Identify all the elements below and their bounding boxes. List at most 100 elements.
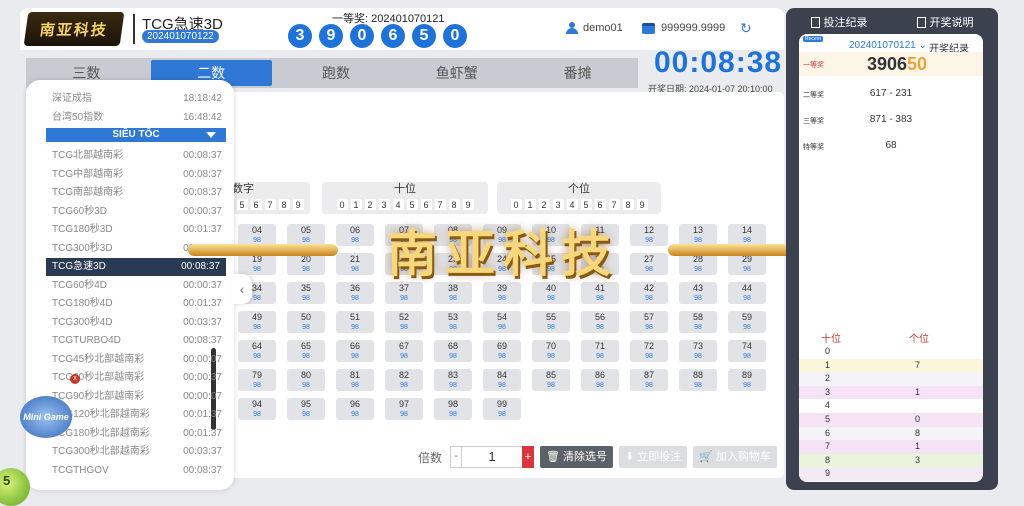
digit-button[interactable]: 5 — [236, 199, 248, 210]
tab-run-digit[interactable]: 跑数 — [276, 58, 397, 88]
number-cell[interactable]: 81 98 — [336, 369, 374, 391]
number-cell[interactable]: 73 98 — [679, 340, 717, 362]
digit-button[interactable]: 0 — [510, 199, 522, 210]
number-cell[interactable]: 74 98 — [728, 340, 766, 362]
brand-logo[interactable]: 南亚科技 — [23, 12, 125, 46]
decrease-button[interactable]: - — [450, 446, 463, 468]
game-list-item[interactable]: TCGTURBO4D 00:08:37 — [52, 332, 222, 350]
number-cell[interactable]: 82 98 — [385, 369, 423, 391]
game-list-item[interactable]: TCG300秒4D 00:03:37 — [52, 314, 222, 332]
digit-button[interactable]: 5 — [406, 199, 418, 210]
number-cell[interactable]: 83 98 — [434, 369, 472, 391]
user-info[interactable]: demo01 — [566, 22, 623, 34]
number-cell[interactable]: 72 98 — [630, 340, 668, 362]
number-cell[interactable]: 67 98 — [385, 340, 423, 362]
number-cell[interactable]: 86 98 — [581, 369, 619, 391]
digit-button[interactable]: 7 — [264, 199, 276, 210]
quantity-input[interactable]: 1 — [462, 446, 523, 468]
section-header-sieu-toc[interactable]: SIÊU TỐC — [46, 128, 226, 142]
game-list-item[interactable]: TCG中部越南彩 00:08:37 — [52, 166, 222, 184]
number-cell[interactable]: 44 98 — [728, 282, 766, 304]
digit-button[interactable]: 3 — [378, 199, 390, 210]
mini-game-mascot[interactable]: Mini Game — [20, 396, 72, 438]
number-cell[interactable]: 71 98 — [581, 340, 619, 362]
number-cell[interactable]: 42 98 — [630, 282, 668, 304]
number-cell[interactable]: 56 98 — [581, 311, 619, 333]
number-cell[interactable]: 36 98 — [336, 282, 374, 304]
digit-button[interactable]: 6 — [594, 199, 606, 210]
digit-button[interactable]: 8 — [622, 199, 634, 210]
number-cell[interactable]: 65 98 — [287, 340, 325, 362]
game-list-item[interactable]: TCG北部越南彩 00:08:37 — [52, 147, 222, 165]
digit-button[interactable]: 7 — [434, 199, 446, 210]
digit-button[interactable]: 2 — [364, 199, 376, 210]
game-list-item[interactable]: 台湾50指数 16:48:42 — [52, 109, 222, 127]
number-cell[interactable]: 50 98 — [287, 311, 325, 333]
game-list-item[interactable]: TCGTHGOV 00:08:37 — [52, 462, 222, 480]
number-cell[interactable]: 95 98 — [287, 398, 325, 420]
number-cell[interactable]: 55 98 — [532, 311, 570, 333]
number-cell[interactable]: 84 98 — [483, 369, 521, 391]
increase-button[interactable]: + — [522, 446, 535, 468]
digit-button[interactable]: 9 — [462, 199, 474, 210]
number-cell[interactable]: 35 98 — [287, 282, 325, 304]
digit-button[interactable]: 2 — [538, 199, 550, 210]
digit-button[interactable]: 1 — [350, 199, 362, 210]
issue-select[interactable]: 202401070121 ⌄ — [849, 40, 927, 51]
digit-button[interactable]: 8 — [278, 199, 290, 210]
tab-fantan[interactable]: 番摊 — [517, 58, 638, 88]
number-cell[interactable]: 58 98 — [679, 311, 717, 333]
add-to-cart-button[interactable]: 🛒 加入购物车 — [693, 446, 777, 468]
digit-button[interactable]: 4 — [392, 199, 404, 210]
number-cell[interactable]: 89 98 — [728, 369, 766, 391]
game-list-item[interactable]: 深证成指 18:18:42 — [52, 90, 222, 108]
number-cell[interactable]: 59 98 — [728, 311, 766, 333]
digit-button[interactable]: 8 — [448, 199, 460, 210]
digit-button[interactable]: 9 — [636, 199, 648, 210]
close-badge-icon[interactable]: x — [70, 374, 80, 384]
digit-button[interactable]: 3 — [552, 199, 564, 210]
number-cell[interactable]: 99 98 — [483, 398, 521, 420]
number-cell[interactable]: 52 98 — [385, 311, 423, 333]
game-list-item[interactable]: TCG45秒北部越南彩 00:00:07 — [52, 351, 222, 369]
digit-button[interactable]: 6 — [420, 199, 432, 210]
number-cell[interactable]: 97 98 — [385, 398, 423, 420]
number-cell[interactable]: 70 98 — [532, 340, 570, 362]
number-cell[interactable]: 69 98 — [483, 340, 521, 362]
number-cell[interactable]: 49 98 — [238, 311, 276, 333]
place-bet-button[interactable]: ⬇ 立即投注 — [618, 446, 688, 468]
number-cell[interactable]: 51 98 — [336, 311, 374, 333]
draw-rules-link[interactable]: 开奖说明 — [916, 14, 974, 30]
game-list-item[interactable]: TCG300秒北部越南彩 00:03:37 — [52, 443, 222, 461]
number-cell[interactable]: 54 98 — [483, 311, 521, 333]
number-cell[interactable]: 68 98 — [434, 340, 472, 362]
game-list-item[interactable]: TCG120秒北部越南彩 00:01:37 — [52, 406, 222, 424]
number-cell[interactable]: 98 98 — [434, 398, 472, 420]
number-cell[interactable]: 80 98 — [287, 369, 325, 391]
game-list-item[interactable]: TCG90秒北部越南彩 00:00:07 — [52, 388, 222, 406]
number-cell[interactable]: 85 98 — [532, 369, 570, 391]
number-cell[interactable]: 79 98 — [238, 369, 276, 391]
tab-fish-shrimp-crab[interactable]: 鱼虾蟹 — [396, 58, 517, 88]
game-list-item[interactable]: TCG180秒北部越南彩 00:01:37 — [52, 425, 222, 443]
game-list-item[interactable]: TCG南部越南彩 00:08:37 — [52, 184, 222, 202]
number-cell[interactable]: 96 98 — [336, 398, 374, 420]
digit-button[interactable]: 9 — [292, 199, 304, 210]
refresh-icon[interactable]: ↻ — [740, 20, 752, 37]
number-cell[interactable]: 57 98 — [630, 311, 668, 333]
clear-selection-button[interactable]: 🗑 清除选号 — [540, 446, 613, 468]
number-cell[interactable]: 53 98 — [434, 311, 472, 333]
digit-button[interactable]: 0 — [336, 199, 348, 210]
digit-button[interactable]: 5 — [580, 199, 592, 210]
number-cell[interactable]: 94 98 — [238, 398, 276, 420]
number-cell[interactable]: 43 98 — [679, 282, 717, 304]
number-cell[interactable]: 64 98 — [238, 340, 276, 362]
digit-button[interactable]: 7 — [608, 199, 620, 210]
digit-button[interactable]: 4 — [566, 199, 578, 210]
number-cell[interactable]: 87 98 — [630, 369, 668, 391]
number-cell[interactable]: 66 98 — [336, 340, 374, 362]
digit-button[interactable]: 6 — [250, 199, 262, 210]
bet-record-link[interactable]: 投注纪录 — [810, 14, 868, 30]
digit-button[interactable]: 1 — [524, 199, 536, 210]
game-list-item[interactable]: TCG180秒4D 00:01:37 — [52, 295, 222, 313]
